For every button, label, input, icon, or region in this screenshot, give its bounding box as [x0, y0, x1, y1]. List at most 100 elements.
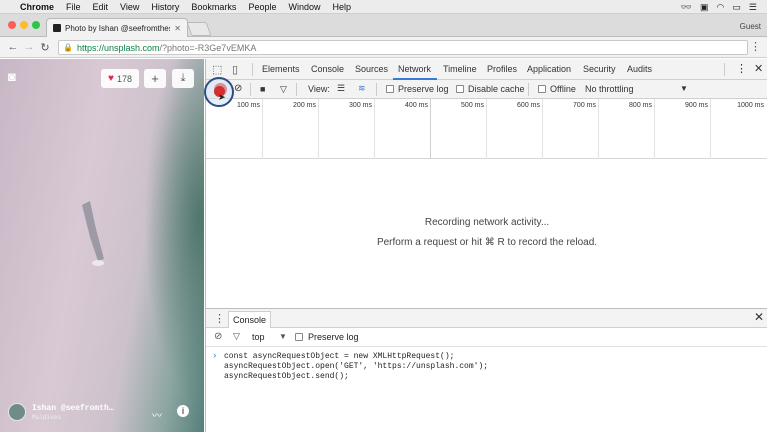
- info-icon[interactable]: i: [177, 405, 189, 417]
- chevron-down-icon[interactable]: ▼: [279, 332, 287, 341]
- list-icon[interactable]: ☰: [749, 2, 757, 13]
- menu-view[interactable]: View: [120, 2, 139, 12]
- disable-cache-checkbox[interactable]: [456, 85, 464, 93]
- view-label: View:: [308, 84, 330, 94]
- tab-audits[interactable]: Audits: [627, 64, 652, 74]
- devtools-menu-icon[interactable]: ⋮: [736, 62, 747, 75]
- browser-menu-icon[interactable]: ⋮: [750, 40, 761, 53]
- unsplash-photo[interactable]: ◙ ♥ 178 + ⤓ Ishan @seefromth… Maldives 〰…: [0, 59, 204, 432]
- console-input[interactable]: › const asyncRequestObject = new XMLHttp…: [206, 349, 767, 432]
- tab-console[interactable]: Console: [311, 64, 344, 74]
- like-button[interactable]: ♥ 178: [101, 69, 139, 88]
- filter-icon[interactable]: ▽: [280, 84, 287, 95]
- devtools-panel: ⬚ ▯ Elements Console Sources Network Tim…: [204, 59, 767, 432]
- preserve-log-label: Preserve log: [398, 84, 449, 94]
- avatar[interactable]: [8, 403, 26, 421]
- network-timeline-overview[interactable]: 100 ms 200 ms 300 ms 400 ms 500 ms 600 m…: [206, 99, 767, 159]
- chevron-down-icon[interactable]: ▼: [680, 84, 688, 93]
- waterfall-view-icon[interactable]: ≋: [358, 83, 366, 94]
- network-toolbar: ⊘ ■ ▽ View: ☰ ≋ Preserve log Disable cac…: [206, 80, 767, 99]
- tab-profiles[interactable]: Profiles: [487, 64, 517, 74]
- address-bar[interactable]: 🔒 https://unsplash.com /?photo=-R3Ge7vEM…: [58, 40, 748, 55]
- context-select[interactable]: top: [252, 332, 265, 342]
- menu-window[interactable]: Window: [288, 2, 320, 12]
- camera-icon[interactable]: ▣: [700, 2, 709, 13]
- wifi-icon[interactable]: ◠: [717, 2, 725, 13]
- maximize-window-icon[interactable]: [32, 21, 40, 29]
- reload-icon[interactable]: ↻: [38, 41, 52, 54]
- code-line: asyncRequestObject.send();: [224, 372, 349, 381]
- tab-network[interactable]: Network: [398, 64, 431, 74]
- filter-icon[interactable]: ▽: [233, 331, 240, 342]
- add-to-collection-button[interactable]: +: [144, 69, 166, 88]
- menu-history[interactable]: History: [151, 2, 179, 12]
- menu-bookmarks[interactable]: Bookmarks: [191, 2, 236, 12]
- menu-edit[interactable]: Edit: [93, 2, 109, 12]
- download-button[interactable]: ⤓: [172, 69, 194, 88]
- glasses-icon[interactable]: 👓: [681, 2, 692, 13]
- profile-label[interactable]: Guest: [740, 22, 761, 31]
- new-tab-button[interactable]: [186, 22, 212, 36]
- console-toolbar: ⊘ ▽ top ▼ Preserve log: [206, 328, 767, 347]
- tab-security[interactable]: Security: [583, 64, 616, 74]
- drawer-tab-console[interactable]: Console: [228, 311, 272, 328]
- capture-screenshots-icon[interactable]: ■: [260, 84, 265, 94]
- author-name[interactable]: Ishan @seefromth…: [32, 404, 114, 413]
- clear-icon[interactable]: ⊘: [234, 83, 242, 94]
- offline-checkbox[interactable]: [538, 85, 546, 93]
- browser-tab[interactable]: Photo by Ishan @seefromthes ✕: [46, 18, 188, 37]
- tab-timeline[interactable]: Timeline: [443, 64, 477, 74]
- recording-message: Recording network activity...: [424, 217, 550, 228]
- clear-console-icon[interactable]: ⊘: [214, 331, 222, 342]
- throttling-select[interactable]: No throttling: [585, 84, 634, 94]
- author-location: Maldives: [32, 413, 61, 421]
- heart-icon: ♥: [108, 73, 114, 84]
- drawer-close-icon[interactable]: ✕: [754, 310, 764, 324]
- tab-title: Photo by Ishan @seefromthes: [65, 23, 171, 33]
- divider: [724, 63, 725, 76]
- console-preserve-log-checkbox[interactable]: [295, 333, 303, 341]
- grid-line: [710, 99, 711, 159]
- menu-people[interactable]: People: [248, 2, 276, 12]
- tab-sources[interactable]: Sources: [355, 64, 388, 74]
- preserve-log-checkbox[interactable]: [386, 85, 394, 93]
- prompt-chevron-icon: ›: [212, 351, 218, 361]
- tab-close-icon[interactable]: ✕: [174, 24, 181, 33]
- grid-line: [654, 99, 655, 159]
- devtools-close-icon[interactable]: ✕: [754, 62, 763, 75]
- tab-application[interactable]: Application: [527, 64, 571, 74]
- drawer-menu-icon[interactable]: ⋮: [214, 312, 225, 325]
- forward-arrow-icon[interactable]: →: [22, 41, 36, 53]
- menu-help[interactable]: Help: [332, 2, 351, 12]
- stats-icon[interactable]: 〰: [152, 407, 162, 422]
- divider: [296, 83, 297, 96]
- like-count: 178: [116, 73, 132, 84]
- reload-hint: Perform a request or hit ⌘ R to record t…: [376, 237, 598, 248]
- tab-elements[interactable]: Elements: [262, 64, 300, 74]
- divider: [250, 83, 251, 96]
- grid-line: [542, 99, 543, 159]
- camera-logo-icon[interactable]: ◙: [8, 69, 16, 84]
- device-toolbar-icon[interactable]: ▯: [232, 63, 238, 76]
- grid-line: [486, 99, 487, 159]
- console-drawer: ⋮ Console ✕ ⊘ ▽ top ▼ Preserve log › con…: [206, 308, 767, 432]
- minimize-window-icon[interactable]: [20, 21, 28, 29]
- tab-strip: Photo by Ishan @seefromthes ✕ Guest: [0, 14, 767, 37]
- menu-app-chrome[interactable]: Chrome: [20, 2, 54, 12]
- large-rows-icon[interactable]: ☰: [337, 83, 345, 94]
- tick-label: 600 ms: [517, 102, 540, 109]
- grid-line: [598, 99, 599, 159]
- back-arrow-icon[interactable]: ←: [6, 41, 20, 53]
- tick-label: 300 ms: [349, 102, 372, 109]
- photo-author[interactable]: Ishan @seefromth… Maldives: [8, 403, 114, 421]
- mouse-cursor-icon: ➤: [218, 92, 226, 102]
- code-line: asyncRequestObject.open('GET', 'https://…: [224, 362, 489, 371]
- menu-file[interactable]: File: [66, 2, 81, 12]
- inspect-element-icon[interactable]: ⬚: [212, 63, 222, 76]
- battery-icon[interactable]: ▭: [732, 2, 741, 13]
- macos-menubar: Chrome File Edit View History Bookmarks …: [0, 0, 767, 14]
- close-window-icon[interactable]: [8, 21, 16, 29]
- tick-label: 800 ms: [629, 102, 652, 109]
- lock-icon: 🔒: [63, 43, 73, 52]
- divider: [376, 83, 377, 96]
